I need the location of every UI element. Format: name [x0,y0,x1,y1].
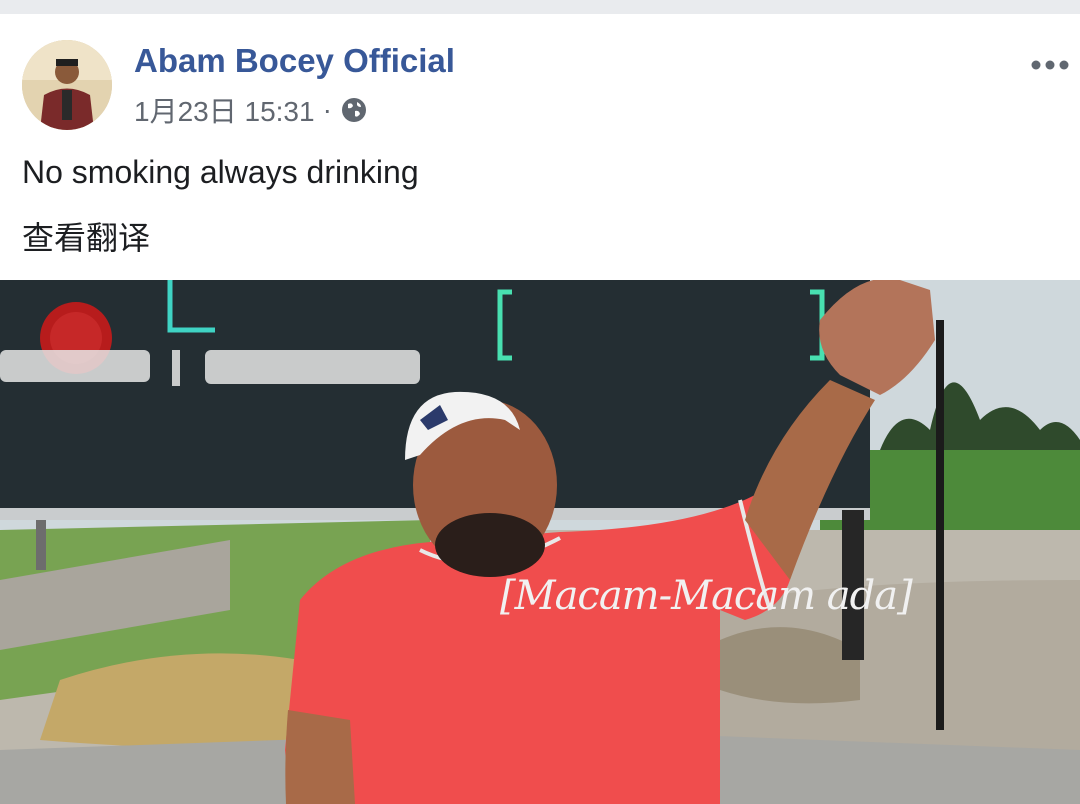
post-text: No smoking always drinking [22,154,419,190]
post-card: Abam Bocey Official 1月23日 15:31 · No smo… [0,14,1080,279]
globe-icon[interactable] [340,96,368,124]
post-media[interactable]: [Macam-Macam ada] [0,280,1080,804]
see-translation-link[interactable]: 查看翻译 [22,213,150,259]
author-name[interactable]: Abam Bocey Official [134,42,455,80]
avatar-image [22,40,112,130]
top-strip [0,0,1080,14]
billboard-text: [Macam-Macam ada] [500,573,913,619]
meta-separator: · [322,94,332,125]
post-meta: 1月23日 15:31 · [134,92,368,128]
post-photo [0,280,1080,804]
post-timestamp[interactable]: 1月23日 15:31 [134,90,315,130]
more-options-icon[interactable] [1028,54,1072,76]
avatar[interactable] [22,40,112,130]
